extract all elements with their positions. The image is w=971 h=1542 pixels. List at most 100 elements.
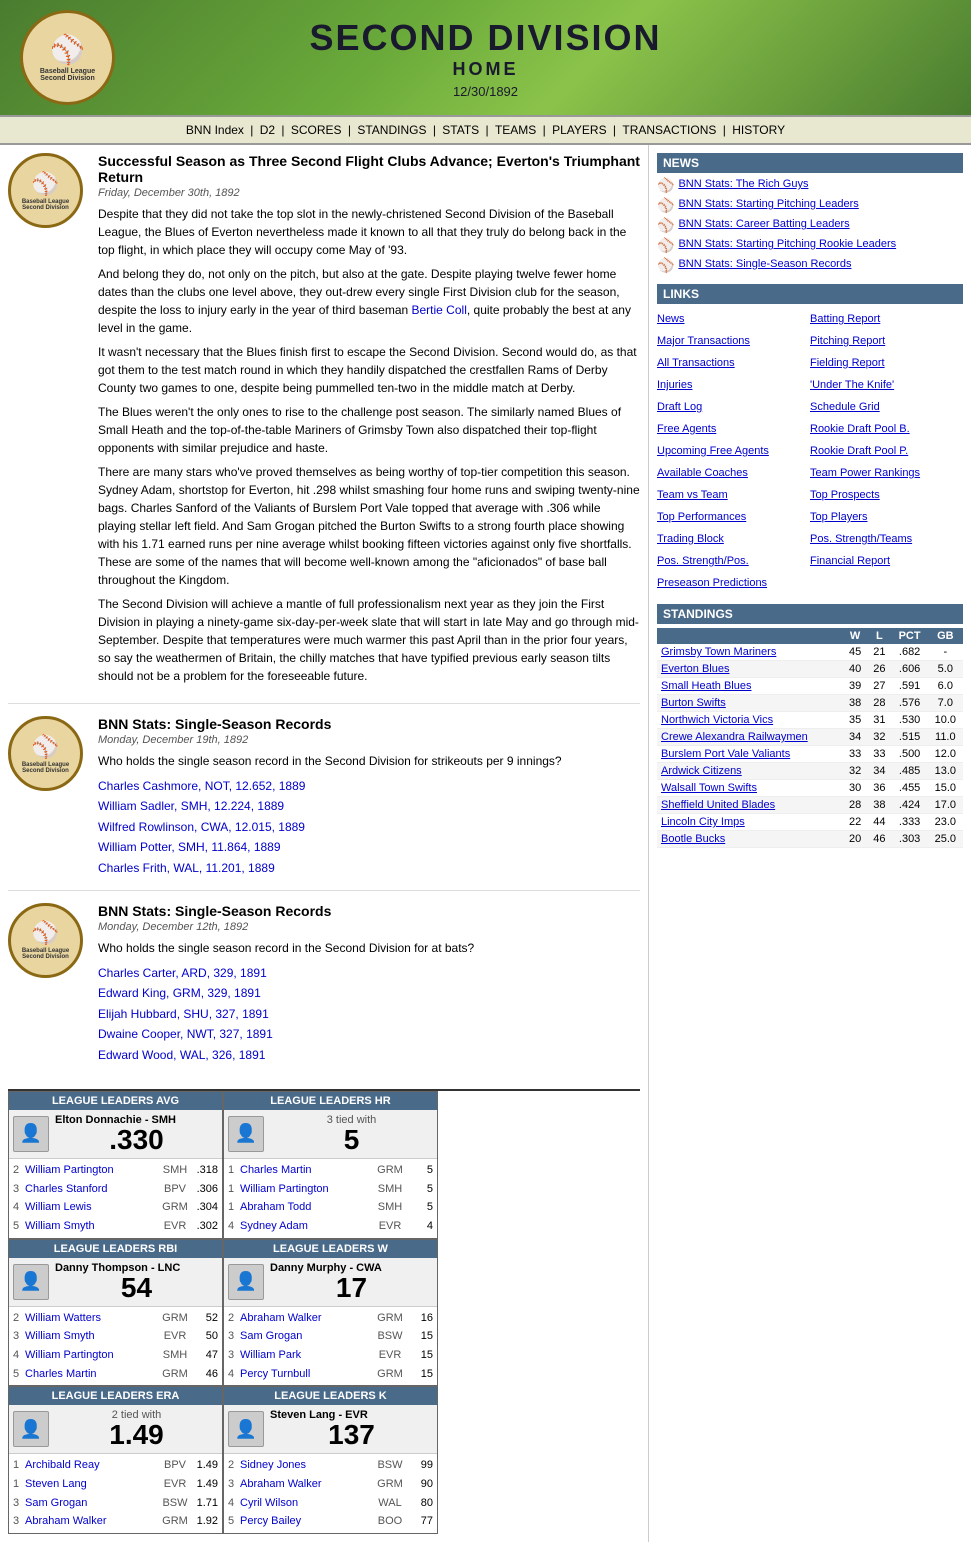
header-logo: ⚾ Baseball League Second Division <box>20 10 120 105</box>
leader-avg-top: 👤 Elton Donnachie - SMH .330 <box>9 1110 222 1159</box>
link-upcoming-free-agents[interactable]: Upcoming Free Agents <box>657 440 810 462</box>
link-top-players[interactable]: Top Players <box>810 506 963 528</box>
link-top-prospects[interactable]: Top Prospects <box>810 484 963 506</box>
list-item: 5William SmythEVR.302 <box>13 1217 218 1236</box>
table-row: Northwich Victoria Vics 35 31 .530 10.0 <box>657 712 963 729</box>
games-back: - <box>928 644 963 661</box>
logo-top-text: Baseball League <box>40 68 95 75</box>
nav-scores[interactable]: SCORES <box>291 123 342 137</box>
losses: 32 <box>867 729 891 746</box>
article-2-records: Charles Cashmore, NOT, 12.652, 1889 Will… <box>98 776 562 878</box>
news-bullet-icon: ⚾ <box>657 257 674 274</box>
pct: .303 <box>892 831 928 848</box>
leader-avg: LEAGUE LEADERS AVG 👤 Elton Donnachie - S… <box>8 1091 223 1239</box>
article-3-question: Who holds the single season record in th… <box>98 939 474 957</box>
news-list: ⚾ BNN Stats: The Rich Guys ⚾ BNN Stats: … <box>657 177 963 274</box>
news-item: ⚾ BNN Stats: The Rich Guys <box>657 177 963 194</box>
list-item: 1Charles MartinGRM5 <box>228 1161 433 1180</box>
wins: 38 <box>843 695 867 712</box>
nav-standings[interactable]: STANDINGS <box>357 123 426 137</box>
list-item: 3Charles StanfordBPV.306 <box>13 1180 218 1199</box>
losses: 33 <box>867 746 891 763</box>
nav-bnn-index[interactable]: BNN Index <box>186 123 244 137</box>
news-bullet-icon: ⚾ <box>657 177 674 194</box>
leader-hr-value: 5 <box>270 1126 433 1154</box>
link-trading-block[interactable]: Trading Block <box>657 528 810 550</box>
link-major-transactions[interactable]: Major Transactions <box>657 330 810 352</box>
record-item: Edward Wood, WAL, 326, 1891 <box>98 1045 474 1065</box>
table-row: Burslem Port Vale Valiants 33 33 .500 12… <box>657 746 963 763</box>
standings-col-pct: PCT <box>892 628 928 644</box>
baseball-icon-4: ⚾ <box>32 920 59 946</box>
pct: .682 <box>892 644 928 661</box>
link-under-knife[interactable]: 'Under The Knife' <box>810 374 963 396</box>
link-pos-strength-pos[interactable]: Pos. Strength/Pos. <box>657 550 810 572</box>
pct: .576 <box>892 695 928 712</box>
news-link[interactable]: BNN Stats: Starting Pitching Leaders <box>678 197 858 212</box>
main-layout: ⚾ Baseball League Second Division Succes… <box>0 145 971 1542</box>
news-bullet-icon: ⚾ <box>657 237 674 254</box>
news-link[interactable]: BNN Stats: Starting Pitching Rookie Lead… <box>678 237 896 252</box>
nav-teams[interactable]: TEAMS <box>495 123 536 137</box>
leader-avg-avatar: 👤 <box>13 1116 49 1152</box>
link-top-performances[interactable]: Top Performances <box>657 506 810 528</box>
link-team-power-rankings[interactable]: Team Power Rankings <box>810 462 963 484</box>
link-preseason-predictions[interactable]: Preseason Predictions <box>657 572 810 594</box>
pct: .333 <box>892 814 928 831</box>
games-back: 10.0 <box>928 712 963 729</box>
baseball-icon-2: ⚾ <box>32 171 59 197</box>
article-3: ⚾ Baseball League Second Division BNN St… <box>8 903 640 1077</box>
article-1-p4: The Blues weren't the only ones to rise … <box>98 403 640 457</box>
losses: 36 <box>867 780 891 797</box>
leader-hr-header: LEAGUE LEADERS HR <box>224 1092 437 1110</box>
nav-transactions[interactable]: TRANSACTIONS <box>622 123 716 137</box>
link-pos-strength-teams[interactable]: Pos. Strength/Teams <box>810 528 963 550</box>
link-free-agents[interactable]: Free Agents <box>657 418 810 440</box>
table-row: Burton Swifts 38 28 .576 7.0 <box>657 695 963 712</box>
navigation: BNN Index | D2 | SCORES | STANDINGS | ST… <box>0 115 971 145</box>
article-3-content: BNN Stats: Single-Season Records Monday,… <box>98 903 474 1065</box>
link-injuries[interactable]: Injuries <box>657 374 810 396</box>
article-1-p5: There are many stars who've proved thems… <box>98 463 640 589</box>
page-header: ⚾ Baseball League Second Division SECOND… <box>0 0 971 115</box>
link-all-transactions[interactable]: All Transactions <box>657 352 810 374</box>
division-title: SECOND DIVISION <box>309 17 661 59</box>
news-link[interactable]: BNN Stats: The Rich Guys <box>678 177 808 192</box>
link-draft-log[interactable]: Draft Log <box>657 396 810 418</box>
table-row: Crewe Alexandra Railwaymen 34 32 .515 11… <box>657 729 963 746</box>
nav-history[interactable]: HISTORY <box>732 123 785 137</box>
link-fielding-report[interactable]: Fielding Report <box>810 352 963 374</box>
leader-hr-rows: 1Charles MartinGRM5 1William PartingtonS… <box>224 1159 437 1238</box>
table-row: Walsall Town Swifts 30 36 .455 15.0 <box>657 780 963 797</box>
link-schedule-grid[interactable]: Schedule Grid <box>810 396 963 418</box>
losses: 28 <box>867 695 891 712</box>
record-item: William Sadler, SMH, 12.224, 1889 <box>98 796 562 816</box>
nav-stats[interactable]: STATS <box>442 123 479 137</box>
link-news[interactable]: News <box>657 308 810 330</box>
list-item: 3Sam GroganBSW1.71 <box>13 1494 218 1513</box>
link-available-coaches[interactable]: Available Coaches <box>657 462 810 484</box>
list-item: 1William PartingtonSMH5 <box>228 1180 433 1199</box>
pct: .485 <box>892 763 928 780</box>
leader-k: LEAGUE LEADERS K 👤 Steven Lang - EVR 137… <box>223 1386 438 1534</box>
link-rookie-draft-pool-b[interactable]: Rookie Draft Pool B. <box>810 418 963 440</box>
team-name: Lincoln City Imps <box>657 814 843 831</box>
losses: 38 <box>867 797 891 814</box>
link-batting-report[interactable]: Batting Report <box>810 308 963 330</box>
link-team-vs-team[interactable]: Team vs Team <box>657 484 810 506</box>
article-3-date: Monday, December 12th, 1892 <box>98 921 474 933</box>
standings-col-team <box>657 628 843 644</box>
news-link[interactable]: BNN Stats: Career Batting Leaders <box>678 217 849 232</box>
leader-era: LEAGUE LEADERS ERA 👤 2 tied with 1.49 1A… <box>8 1386 223 1534</box>
link-pitching-report[interactable]: Pitching Report <box>810 330 963 352</box>
link-rookie-draft-pool-p[interactable]: Rookie Draft Pool P. <box>810 440 963 462</box>
team-name: Crewe Alexandra Railwaymen <box>657 729 843 746</box>
leader-rbi: LEAGUE LEADERS RBI 👤 Danny Thompson - LN… <box>8 1239 223 1387</box>
news-link[interactable]: BNN Stats: Single-Season Records <box>678 257 851 272</box>
leader-rbi-top: 👤 Danny Thompson - LNC 54 <box>9 1258 222 1307</box>
nav-players[interactable]: PLAYERS <box>552 123 606 137</box>
article-3-logo: ⚾ Baseball League Second Division <box>8 903 88 1065</box>
link-financial-report[interactable]: Financial Report <box>810 550 963 572</box>
nav-d2[interactable]: D2 <box>260 123 275 137</box>
table-row: Small Heath Blues 39 27 .591 6.0 <box>657 678 963 695</box>
